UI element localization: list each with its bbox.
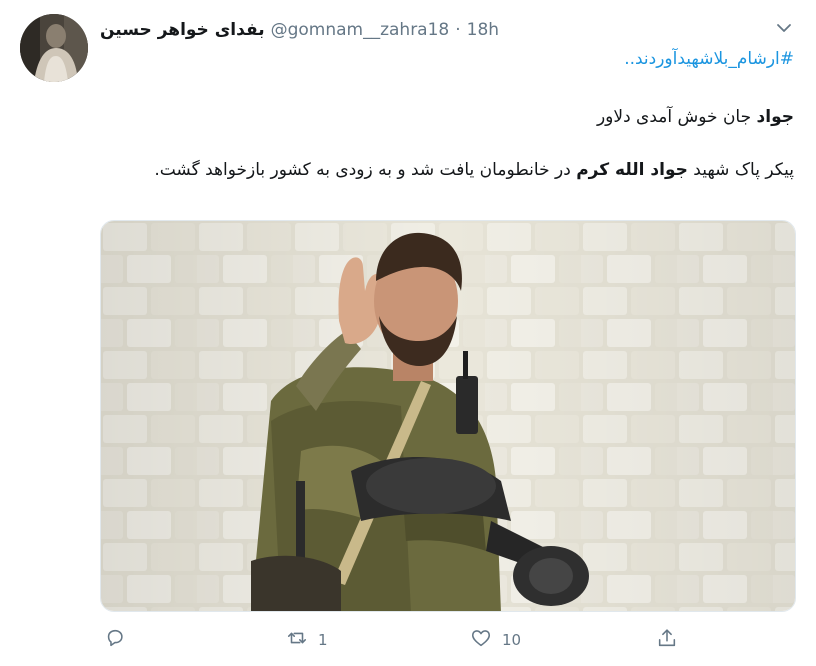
tweet-text-body: پیکر پاک شهید جواد الله کرم در خانطومان … <box>104 157 794 183</box>
tweet-photo[interactable] <box>100 220 796 612</box>
body-part2: در خانطومان یافت شد و به زودی به کشور با… <box>154 160 577 180</box>
share-button[interactable] <box>656 624 678 656</box>
body-part1: پیکر پاک شهید <box>687 160 794 180</box>
tweet-actions: 1 10 <box>100 624 800 656</box>
user-handle[interactable]: @gomnam__zahra18 <box>271 20 450 40</box>
like-count: 10 <box>502 631 522 649</box>
tweet-text-greeting: جواد جان خوش آمدی دلاور <box>597 104 794 130</box>
separator: · <box>455 20 461 40</box>
timestamp[interactable]: 18h <box>467 20 499 40</box>
avatar[interactable] <box>20 14 88 82</box>
photo-image <box>101 221 795 611</box>
like-button[interactable]: 10 <box>470 624 521 656</box>
display-name[interactable]: بفدای خواهر حسین <box>100 20 265 40</box>
tweet: بفدای خواهر حسین @gomnam__zahra18 · 18h … <box>0 0 816 666</box>
tweet-header: بفدای خواهر حسین @gomnam__zahra18 · 18h <box>100 18 499 42</box>
chevron-down-icon[interactable] <box>774 18 794 38</box>
heart-icon <box>470 627 492 653</box>
avatar-image <box>20 14 88 82</box>
hashtag-link[interactable]: #ارشام_بلاشهیدآوردند.. <box>624 46 794 72</box>
reply-icon <box>104 627 126 653</box>
body-bold-name: جواد الله کرم <box>576 160 688 180</box>
greeting-bold-name: جواد <box>756 107 794 127</box>
retweet-icon <box>286 627 308 653</box>
retweet-button[interactable]: 1 <box>286 624 328 656</box>
retweet-count: 1 <box>318 631 328 649</box>
reply-button[interactable] <box>104 624 126 656</box>
share-icon <box>656 627 678 653</box>
greeting-rest: جان خوش آمدی دلاور <box>596 107 757 127</box>
